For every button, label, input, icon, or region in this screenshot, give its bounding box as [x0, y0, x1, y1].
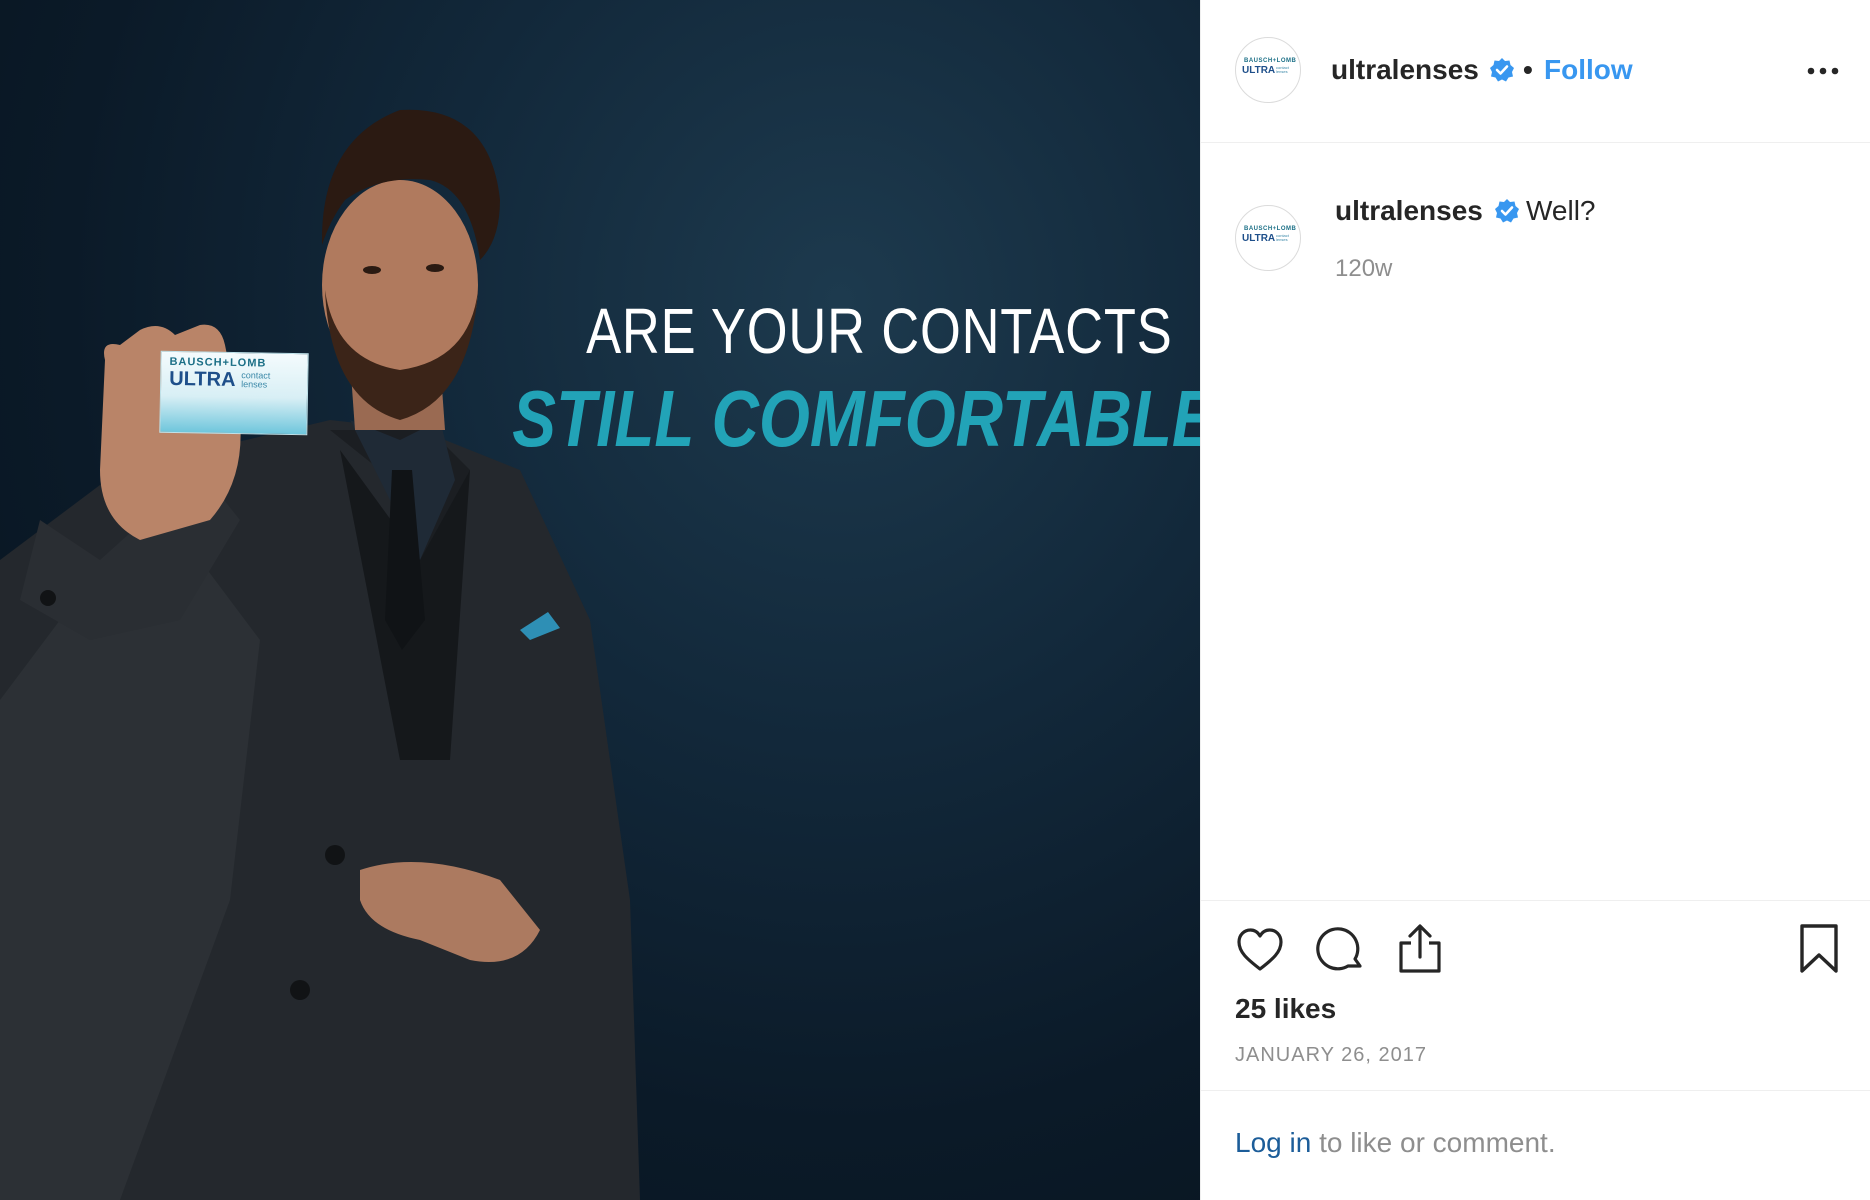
- verified-badge-icon: [1490, 58, 1514, 82]
- avatar-brand: BAUSCH+LOMB: [1244, 226, 1297, 232]
- avatar[interactable]: BAUSCH+LOMB ULTRA contact lenses: [1235, 37, 1301, 103]
- man-in-suit-photo: [0, 109, 640, 1200]
- follow-button[interactable]: Follow: [1544, 54, 1633, 86]
- avatar-name: ULTRA: [1242, 233, 1276, 244]
- comment-username[interactable]: ultralenses: [1335, 195, 1483, 227]
- login-prompt-text: to like or comment.: [1311, 1127, 1556, 1158]
- comment-time[interactable]: 120w: [1335, 255, 1392, 283]
- login-prompt: Log in to like or comment.: [1235, 1127, 1556, 1159]
- ad-headline: ARE YOUR CONTACTS STILL COMFORTABLE?: [500, 295, 1200, 465]
- caption-text: Well?: [1526, 195, 1596, 226]
- post-date[interactable]: JANUARY 26, 2017: [1235, 1044, 1427, 1067]
- avatar-desc: contact lenses: [1276, 65, 1289, 74]
- more-options-icon[interactable]: [1801, 56, 1845, 86]
- post-actions: 25 likes JANUARY 26, 2017: [1201, 901, 1870, 1091]
- avatar-name: ULTRA: [1242, 65, 1276, 76]
- header-username[interactable]: ultralenses: [1331, 54, 1479, 86]
- headline-line-1: ARE YOUR CONTACTS: [586, 295, 1173, 367]
- comment-bubble-icon[interactable]: [1315, 925, 1365, 975]
- heart-icon[interactable]: [1235, 925, 1285, 975]
- verified-badge-icon: [1495, 199, 1519, 223]
- caption-comment: BAUSCH+LOMB ULTRA contact lenses ultrale…: [1201, 143, 1870, 901]
- contact-lens-box: BAUSCH+LOMB ULTRA contact lenses: [159, 350, 309, 436]
- headline-line-2: STILL COMFORTABLE?: [512, 374, 1200, 463]
- avatar-brand: BAUSCH+LOMB: [1244, 58, 1297, 64]
- share-icon[interactable]: [1395, 923, 1445, 975]
- product-desc: contact lenses: [241, 370, 271, 390]
- bookmark-icon[interactable]: [1797, 923, 1841, 975]
- likes-count[interactable]: 25 likes: [1235, 993, 1336, 1025]
- comment-avatar[interactable]: BAUSCH+LOMB ULTRA contact lenses: [1235, 205, 1301, 271]
- separator-dot: •: [1523, 54, 1533, 85]
- post-details-panel: BAUSCH+LOMB ULTRA contact lenses ultrale…: [1200, 0, 1870, 1200]
- avatar-desc: contact lenses: [1276, 233, 1289, 242]
- login-link[interactable]: Log in: [1235, 1127, 1311, 1158]
- post-image[interactable]: BAUSCH+LOMB ULTRA contact lenses ARE YOU…: [0, 0, 1200, 1200]
- post-header: BAUSCH+LOMB ULTRA contact lenses ultrale…: [1201, 0, 1870, 143]
- product-name: ULTRA: [169, 367, 236, 392]
